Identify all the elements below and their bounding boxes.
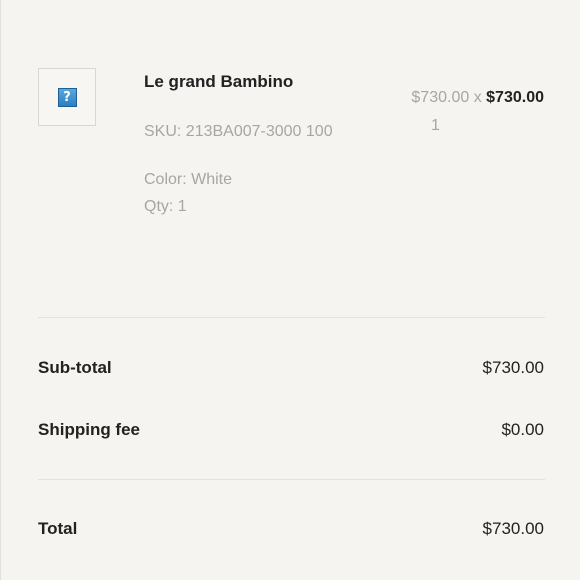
product-sku: SKU: 213BA007-3000 100	[144, 123, 333, 140]
subtotal-value: $730.00	[482, 358, 544, 377]
broken-image-icon: ?	[57, 87, 77, 107]
product-qty: Qty: 1	[144, 198, 187, 215]
line-total-price: $730.00	[486, 89, 544, 106]
divider	[38, 317, 545, 318]
product-color: Color: White	[144, 171, 233, 188]
divider	[38, 479, 545, 480]
unit-price: $730.00	[411, 89, 470, 106]
product-thumbnail: ?	[38, 68, 96, 126]
times-sign: x	[473, 89, 482, 106]
shipping-label: Shipping fee	[38, 420, 140, 439]
total-value: $730.00	[482, 519, 544, 538]
shipping-value: $0.00	[501, 420, 544, 439]
total-label: Total	[38, 519, 78, 538]
price-line: $730.00 x $730.00	[411, 89, 544, 107]
product-name: Le grand Bambino	[144, 72, 294, 91]
quantity-number: 1	[431, 117, 440, 134]
subtotal-label: Sub-total	[38, 358, 112, 377]
order-summary-panel: ? Le grand Bambino SKU: 213BA007-3000 10…	[0, 0, 580, 580]
